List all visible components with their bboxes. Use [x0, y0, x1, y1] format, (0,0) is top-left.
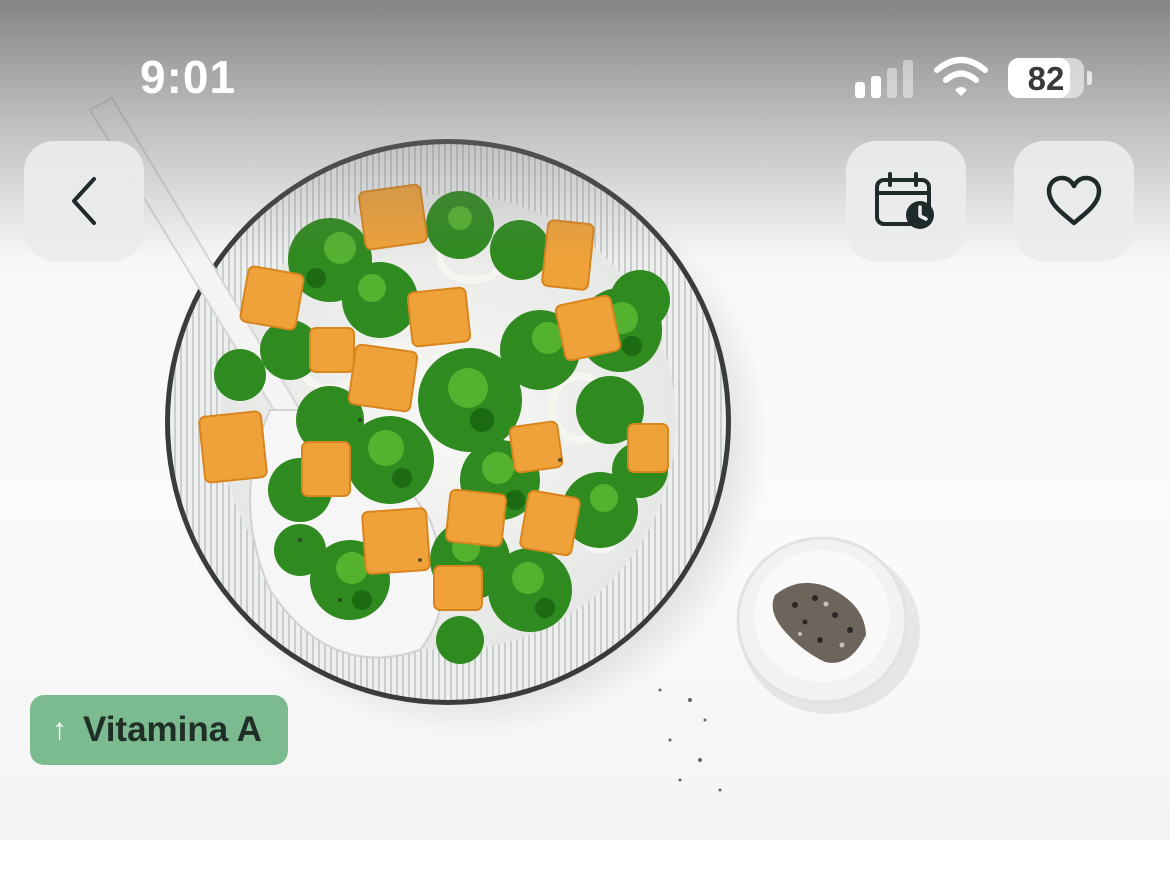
chevron-left-icon [72, 177, 96, 225]
nutrient-tag-label: Vitamina A [83, 710, 262, 749]
favorite-button[interactable] [1014, 141, 1134, 261]
pepper-dish [736, 536, 920, 714]
back-button[interactable] [24, 141, 144, 261]
nutrient-tag: ↑ Vitamina A [30, 695, 288, 765]
calendar-clock-icon [875, 172, 934, 229]
arrow-up-icon: ↑ [52, 713, 67, 746]
battery-cap [1087, 71, 1092, 85]
heart-outline-icon [1046, 175, 1102, 226]
schedule-meal-button[interactable] [846, 141, 966, 261]
cellular-signal-icon [855, 58, 915, 98]
battery-percent: 82 [1027, 60, 1065, 97]
wifi-icon [934, 57, 988, 96]
status-indicators: 82 [855, 56, 1095, 100]
battery-icon: 82 [1008, 58, 1084, 98]
content-area [0, 840, 1170, 872]
status-time: 9:01 [140, 51, 237, 103]
